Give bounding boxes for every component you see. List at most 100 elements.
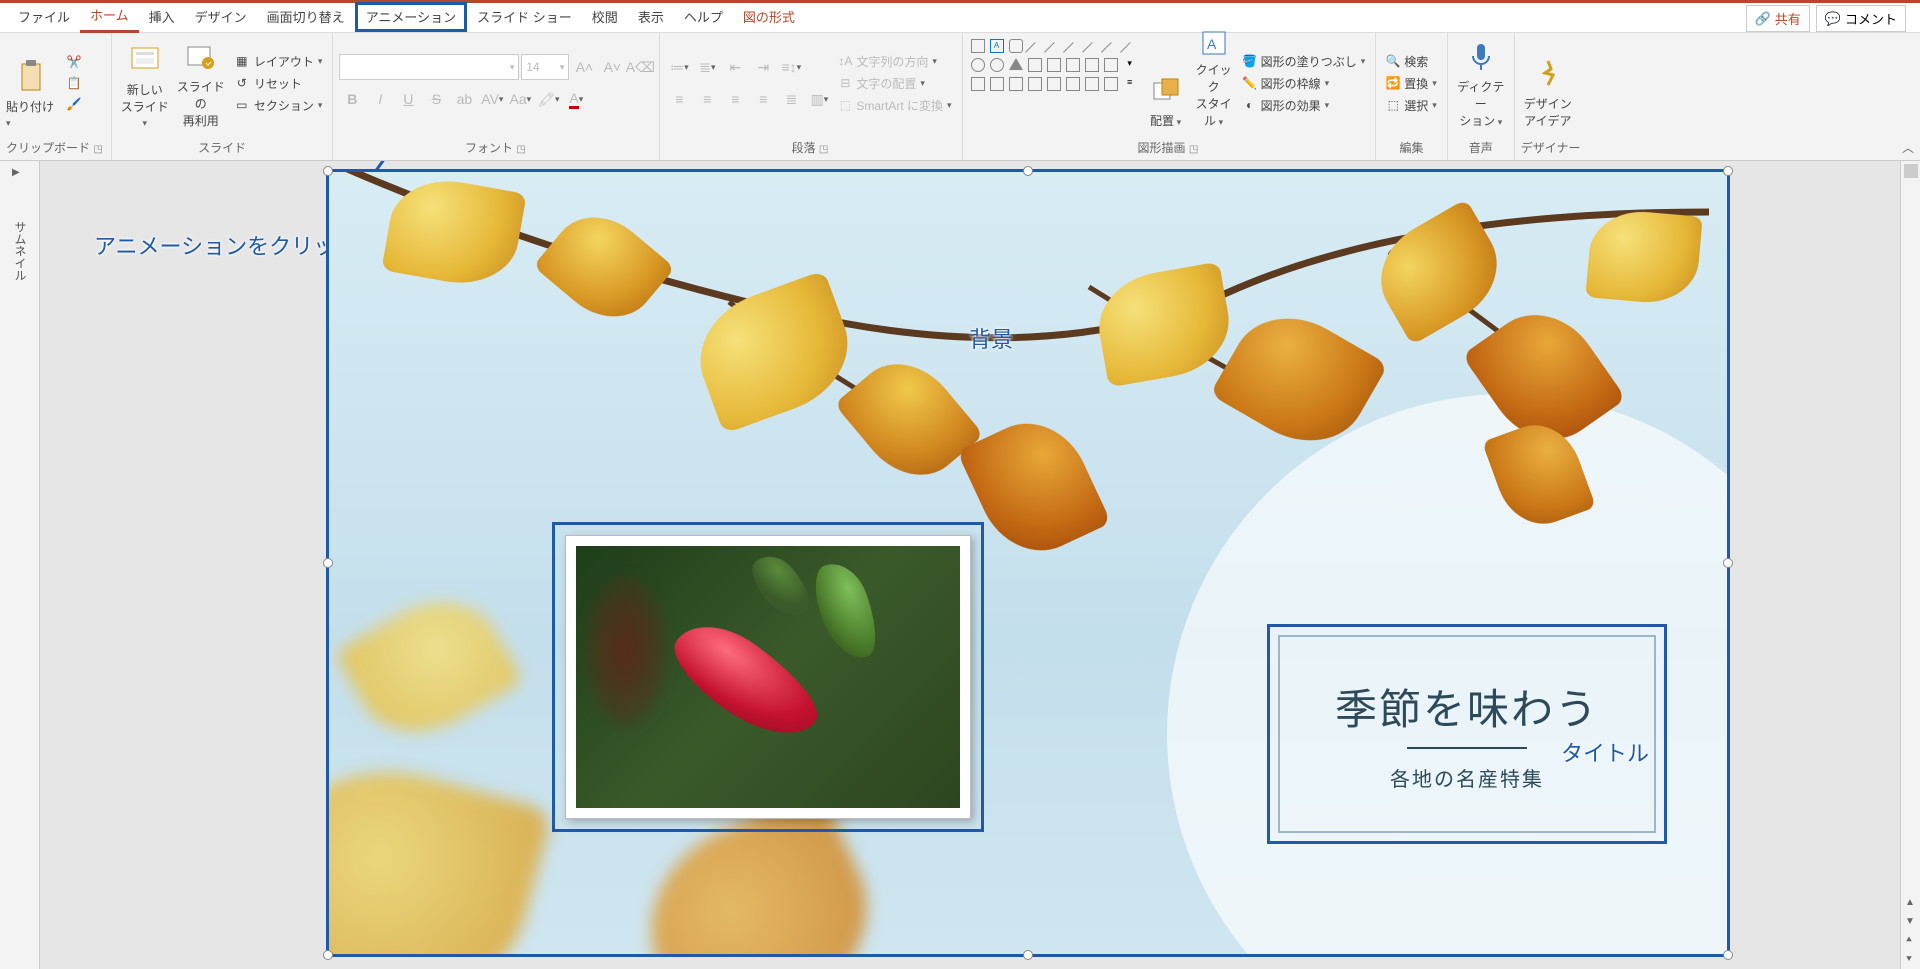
group-drawing-label: 図形描画 bbox=[1138, 141, 1186, 155]
design-ideas-button[interactable]: デザイン アイデア bbox=[1521, 37, 1575, 129]
layout-icon: ▦ bbox=[234, 53, 250, 69]
comment-button[interactable]: 💬コメント bbox=[1816, 5, 1906, 32]
slide[interactable]: 背景 画像 タイトル 季節を味わう 各 bbox=[326, 169, 1730, 957]
slide-image[interactable] bbox=[552, 522, 984, 832]
text-direction-button[interactable]: ↕A文字列の方向 bbox=[834, 52, 955, 71]
quick-style-button[interactable]: A クイック スタイル bbox=[1191, 37, 1237, 129]
selection-handle[interactable] bbox=[1023, 950, 1033, 960]
char-spacing-button[interactable]: AV bbox=[479, 86, 505, 112]
highlight-button[interactable]: 🖍 bbox=[535, 86, 561, 112]
outline-icon: ✏️ bbox=[1243, 76, 1257, 90]
chevron-right-icon[interactable]: ▶ bbox=[12, 167, 20, 178]
font-family-combo[interactable]: ▾ bbox=[339, 54, 519, 80]
tab-animations[interactable]: アニメーション bbox=[355, 2, 467, 32]
numbering-button[interactable]: ≣ bbox=[694, 54, 720, 80]
tab-picture-format[interactable]: 図の形式 bbox=[733, 2, 805, 32]
line-spacing-button[interactable]: ≡↕ bbox=[778, 54, 804, 80]
align-left-button[interactable]: ≡ bbox=[666, 86, 692, 112]
clear-format-button[interactable]: A⌫ bbox=[627, 54, 653, 80]
shrink-font-button[interactable]: A˅ bbox=[599, 54, 625, 80]
mic-icon bbox=[1464, 40, 1498, 74]
font-size-combo[interactable]: 14▾ bbox=[521, 54, 569, 80]
distribute-button[interactable]: ≣ bbox=[778, 86, 804, 112]
replace-icon: 🔁 bbox=[1386, 76, 1400, 90]
justify-button[interactable]: ≡ bbox=[750, 86, 776, 112]
align-center-button[interactable]: ≡ bbox=[694, 86, 720, 112]
shadow-button[interactable]: ab bbox=[451, 86, 477, 112]
align-right-button[interactable]: ≡ bbox=[722, 86, 748, 112]
reset-button[interactable]: ↺リセット bbox=[230, 74, 327, 93]
group-editing-label: 編集 bbox=[1382, 137, 1441, 158]
share-button[interactable]: 🔗共有 bbox=[1746, 5, 1810, 32]
scroll-up-icon[interactable]: ▲ bbox=[1905, 897, 1915, 908]
shape-effects-button[interactable]: ◐図形の効果 bbox=[1239, 96, 1370, 115]
tab-help[interactable]: ヘルプ bbox=[674, 2, 733, 32]
group-paragraph: ≔ ≣ ⇤ ⇥ ≡↕ ≡ ≡ ≡ ≡ ≣ ▥ ↕A文字列の方向 ⊟文字の配置 bbox=[660, 33, 962, 160]
copy-button[interactable]: 📋 bbox=[62, 74, 86, 92]
layout-button[interactable]: ▦レイアウト bbox=[230, 52, 327, 71]
selection-handle[interactable] bbox=[323, 166, 333, 176]
bullets-button[interactable]: ≔ bbox=[666, 54, 692, 80]
cut-button[interactable]: ✂️ bbox=[62, 53, 86, 71]
group-clipboard-label: クリップボード bbox=[6, 141, 90, 155]
dialog-launcher-icon[interactable]: ◳ bbox=[1189, 144, 1200, 155]
prev-slide-icon[interactable]: ⯅ bbox=[1905, 935, 1915, 946]
align-text-button[interactable]: ⊟文字の配置 bbox=[834, 74, 955, 93]
slide-canvas[interactable]: アニメーションをクリック bbox=[40, 161, 1900, 969]
vertical-scrollbar[interactable]: ▲ ▼ ⯅ ⯆ bbox=[1900, 161, 1920, 969]
select-button[interactable]: ⬚選択 bbox=[1382, 96, 1441, 115]
paste-button[interactable]: 貼り付け bbox=[6, 37, 60, 129]
group-slides: 新しい スライド スライドの 再利用 ▦レイアウト ↺リセット ▭セクション ス… bbox=[112, 33, 334, 160]
tab-view[interactable]: 表示 bbox=[628, 2, 674, 32]
selection-handle[interactable] bbox=[1723, 950, 1733, 960]
change-case-button[interactable]: Aa bbox=[507, 86, 533, 112]
underline-button[interactable]: U bbox=[395, 86, 421, 112]
tab-transitions[interactable]: 画面切り替え bbox=[257, 2, 355, 32]
tab-insert[interactable]: 挿入 bbox=[139, 2, 185, 32]
smartart-button[interactable]: ⬚SmartArt に変換 bbox=[834, 96, 955, 115]
replace-button[interactable]: 🔁置換 bbox=[1382, 74, 1441, 93]
paste-icon bbox=[16, 60, 50, 94]
tab-file[interactable]: ファイル bbox=[8, 2, 80, 32]
quick-style-icon: A bbox=[1197, 29, 1231, 57]
find-button[interactable]: 🔍検索 bbox=[1382, 52, 1441, 71]
slide-title-box[interactable]: 季節を味わう 各地の名産特集 bbox=[1267, 624, 1667, 844]
tab-review[interactable]: 校閲 bbox=[582, 2, 628, 32]
shape-outline-button[interactable]: ✏️図形の枠線 bbox=[1239, 74, 1370, 93]
italic-button[interactable]: I bbox=[367, 86, 393, 112]
shapes-gallery[interactable]: A ▾ ≡ bbox=[969, 37, 1141, 95]
reuse-slide-button[interactable]: スライドの 再利用 bbox=[174, 37, 228, 129]
inc-indent-button[interactable]: ⇥ bbox=[750, 54, 776, 80]
selection-handle[interactable] bbox=[1723, 558, 1733, 568]
grow-font-button[interactable]: A˄ bbox=[571, 54, 597, 80]
tab-slideshow[interactable]: スライド ショー bbox=[467, 2, 582, 32]
new-slide-button[interactable]: 新しい スライド bbox=[118, 37, 172, 129]
columns-button[interactable]: ▥ bbox=[806, 86, 832, 112]
group-voice-label: 音声 bbox=[1454, 137, 1508, 158]
selection-handle[interactable] bbox=[323, 950, 333, 960]
format-painter-button[interactable]: 🖌️ bbox=[62, 95, 86, 113]
next-slide-icon[interactable]: ⯆ bbox=[1905, 954, 1915, 965]
selection-handle[interactable] bbox=[1023, 166, 1033, 176]
dialog-launcher-icon[interactable]: ◳ bbox=[93, 144, 104, 155]
group-clipboard: 貼り付け ✂️ 📋 🖌️ クリップボード ◳ bbox=[0, 33, 112, 160]
section-button[interactable]: ▭セクション bbox=[230, 96, 327, 115]
selection-handle[interactable] bbox=[323, 558, 333, 568]
tab-design[interactable]: デザイン bbox=[185, 2, 257, 32]
dictate-button[interactable]: ディクテー ション bbox=[1454, 37, 1508, 129]
effects-icon: ◐ bbox=[1243, 98, 1257, 112]
bold-button[interactable]: B bbox=[339, 86, 365, 112]
scroll-down-icon[interactable]: ▼ bbox=[1905, 916, 1915, 927]
comment-icon: 💬 bbox=[1825, 11, 1841, 27]
dec-indent-button[interactable]: ⇤ bbox=[722, 54, 748, 80]
strike-button[interactable]: S bbox=[423, 86, 449, 112]
collapse-ribbon-button[interactable]: ︿ bbox=[1902, 139, 1914, 156]
arrange-button[interactable]: 配置 bbox=[1143, 37, 1189, 129]
font-color-button[interactable]: A bbox=[563, 86, 589, 112]
dialog-launcher-icon[interactable]: ◳ bbox=[516, 144, 527, 155]
dialog-launcher-icon[interactable]: ◳ bbox=[819, 144, 830, 155]
tab-home[interactable]: ホーム bbox=[80, 0, 139, 33]
shape-fill-button[interactable]: 🪣図形の塗りつぶし bbox=[1239, 52, 1370, 71]
thumbnail-pane[interactable]: ▶ サムネイル bbox=[0, 161, 40, 969]
selection-handle[interactable] bbox=[1723, 166, 1733, 176]
